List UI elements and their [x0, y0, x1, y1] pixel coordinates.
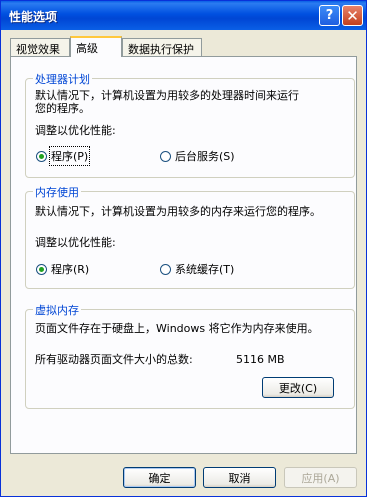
- memory-programs-label: 程序(R): [51, 263, 90, 276]
- radio-unselected-icon: [160, 150, 171, 162]
- virtual-memory-title: 虚拟内存: [33, 302, 81, 318]
- tab-advanced[interactable]: 高级: [70, 36, 122, 57]
- radio-unselected-icon: [160, 263, 171, 275]
- help-icon[interactable]: ?: [319, 5, 340, 26]
- memory-programs-radio[interactable]: 程序(R): [36, 261, 89, 277]
- pagefile-total-value: 5116 MB: [236, 353, 285, 366]
- processor-programs-radio[interactable]: 程序(P): [36, 146, 91, 166]
- processor-desc-line2: 您的程序。: [35, 102, 90, 115]
- performance-options-dialog: 性能选项 ? ✕ 视觉效果 高级 数据执行保护 处理器计划 默认情况下，计算机设…: [0, 0, 367, 497]
- radio-selected-icon: [36, 263, 47, 275]
- tab-visual-effects[interactable]: 视觉效果: [10, 38, 70, 56]
- ok-button[interactable]: 确定: [123, 467, 196, 488]
- processor-desc-line1: 默认情况下，计算机设置为用较多的处理器时间来运行: [35, 89, 299, 102]
- processor-services-radio[interactable]: 后台服务(S): [160, 148, 235, 164]
- memory-cache-radio[interactable]: 系统缓存(T): [160, 261, 234, 277]
- advanced-panel: 处理器计划 默认情况下，计算机设置为用较多的处理器时间来运行 您的程序。 调整以…: [10, 56, 357, 454]
- processor-programs-label: 程序(P): [48, 146, 91, 166]
- processor-adjust-label: 调整以优化性能:: [35, 124, 116, 137]
- window-title: 性能选项: [9, 10, 58, 24]
- cancel-button[interactable]: 取消: [203, 467, 276, 488]
- memory-cache-label: 系统缓存(T): [175, 263, 235, 276]
- title-bar[interactable]: 性能选项 ? ✕: [1, 1, 366, 30]
- memory-usage-title: 内存使用: [33, 184, 81, 200]
- processor-services-label: 后台服务(S): [175, 150, 235, 163]
- virtual-memory-desc: 页面文件存在于硬盘上，Windows 将它作为内存来使用。: [35, 322, 319, 335]
- processor-scheduling-group: 处理器计划 默认情况下，计算机设置为用较多的处理器时间来运行 您的程序。 调整以…: [25, 71, 355, 178]
- tab-dep[interactable]: 数据执行保护: [122, 38, 202, 56]
- radio-selected-icon: [36, 150, 47, 162]
- virtual-memory-group: 虚拟内存 页面文件存在于硬盘上，Windows 将它作为内存来使用。 所有驱动器…: [25, 302, 355, 409]
- change-virtual-memory-button[interactable]: 更改(C): [262, 377, 334, 398]
- apply-button[interactable]: 应用(A): [284, 467, 357, 488]
- memory-usage-group: 内存使用 默认情况下，计算机设置为用较多的内存来运行您的程序。 调整以优化性能:…: [25, 184, 355, 289]
- close-icon[interactable]: ✕: [342, 5, 363, 26]
- memory-desc: 默认情况下，计算机设置为用较多的内存来运行您的程序。: [35, 205, 321, 218]
- processor-scheduling-title: 处理器计划: [33, 71, 92, 87]
- pagefile-total-label: 所有驱动器页面文件大小的总数:: [35, 353, 193, 366]
- memory-adjust-label: 调整以优化性能:: [35, 236, 116, 249]
